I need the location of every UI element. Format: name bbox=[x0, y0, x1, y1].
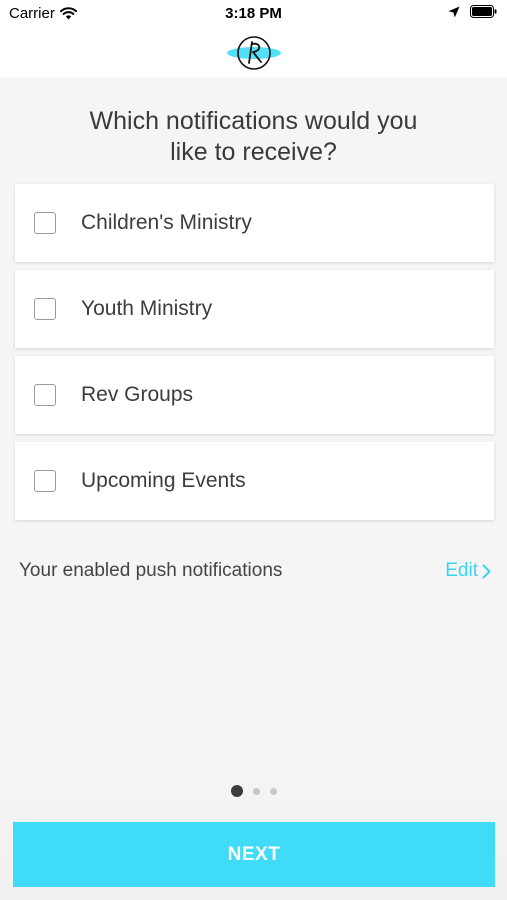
page-indicator bbox=[0, 785, 507, 797]
push-notifications-label: Your enabled push notifications bbox=[19, 560, 283, 581]
checkbox[interactable] bbox=[34, 298, 56, 320]
page-title: Which notifications would you like to re… bbox=[0, 106, 507, 168]
status-bar: Carrier 3:18 PM bbox=[0, 0, 507, 28]
checkbox[interactable] bbox=[34, 212, 56, 234]
option-rev-groups[interactable]: Rev Groups bbox=[15, 356, 494, 434]
notification-options: Children's Ministry Youth Ministry Rev G… bbox=[15, 184, 494, 528]
chevron-right-icon bbox=[482, 564, 491, 578]
status-right-icons bbox=[448, 5, 497, 18]
rev-logo-icon bbox=[226, 36, 281, 70]
title-line-2: like to receive? bbox=[170, 138, 337, 166]
battery-icon bbox=[470, 5, 497, 18]
page-dot-active bbox=[230, 785, 243, 797]
page-dot bbox=[252, 787, 260, 795]
checkbox[interactable] bbox=[34, 384, 56, 406]
option-label: Youth Ministry bbox=[81, 297, 213, 320]
app-header bbox=[0, 28, 507, 78]
checkbox[interactable] bbox=[34, 470, 56, 492]
edit-link[interactable]: Edit bbox=[445, 560, 491, 582]
option-upcoming-events[interactable]: Upcoming Events bbox=[15, 442, 494, 520]
push-notifications-row: Your enabled push notifications Edit bbox=[19, 558, 491, 584]
option-label: Rev Groups bbox=[81, 383, 194, 406]
next-button[interactable]: NEXT bbox=[13, 822, 495, 887]
option-label: Children's Ministry bbox=[81, 211, 252, 234]
page-dot bbox=[269, 787, 277, 795]
option-label: Upcoming Events bbox=[81, 469, 246, 492]
option-childrens-ministry[interactable]: Children's Ministry bbox=[15, 184, 494, 262]
edit-label: Edit bbox=[445, 560, 478, 581]
option-youth-ministry[interactable]: Youth Ministry bbox=[15, 270, 494, 348]
title-line-1: Which notifications would you bbox=[89, 107, 418, 135]
status-time: 3:18 PM bbox=[225, 5, 282, 22]
location-arrow-icon bbox=[448, 6, 460, 17]
